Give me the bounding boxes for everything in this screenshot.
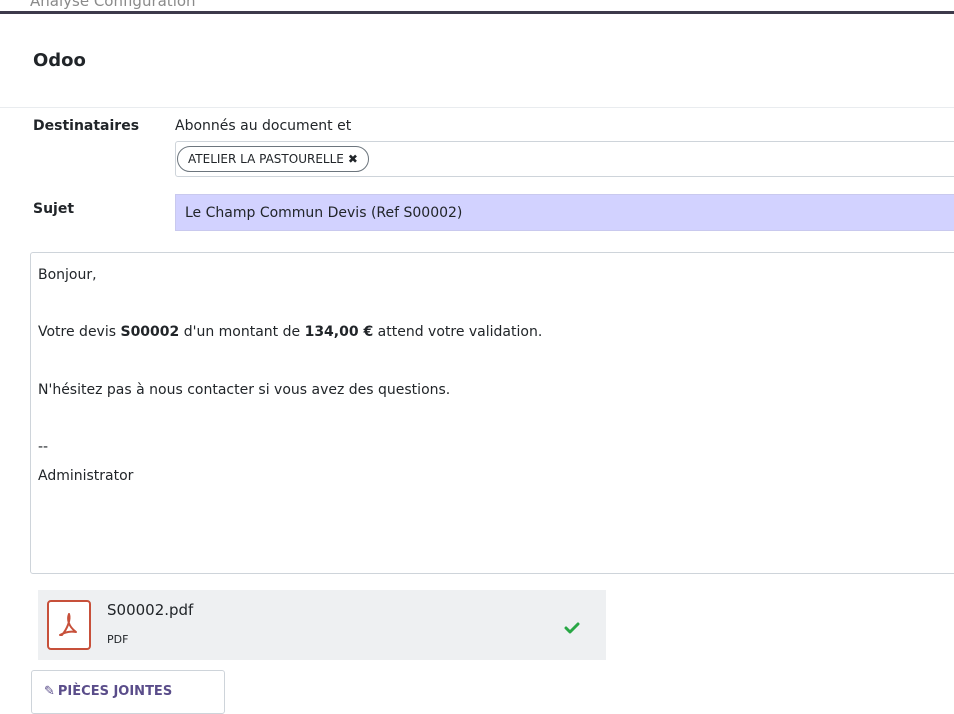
body-quote-line: Votre devis S00002 d'un montant de 134,0… xyxy=(38,324,542,340)
message-body-editor[interactable]: Bonjour, Votre devis S00002 d'un montant… xyxy=(30,252,954,574)
recipients-field[interactable]: ATELIER LA PASTOURELLE ✖ xyxy=(175,141,954,177)
attachment-type: PDF xyxy=(107,633,129,646)
recipients-label: Destinataires xyxy=(33,118,140,134)
recipient-tag[interactable]: ATELIER LA PASTOURELLE ✖ xyxy=(177,146,369,172)
modal-title: Odoo xyxy=(33,50,86,71)
paperclip-icon: ✎ xyxy=(44,684,55,699)
subject-input[interactable] xyxy=(175,194,954,231)
signature-separator: -- xyxy=(38,439,49,455)
body-contact-line: N'hésitez pas à nous contacter si vous a… xyxy=(38,382,451,398)
body-text: d'un montant de xyxy=(179,324,305,340)
followers-text: Abonnés au document et xyxy=(175,118,352,134)
body-text: attend votre validation. xyxy=(373,324,543,340)
attach-files-button[interactable]: ✎ PIÈCES JOINTES xyxy=(31,670,225,714)
body-text: Votre devis xyxy=(38,324,121,340)
attachment-name[interactable]: S00002.pdf xyxy=(107,601,193,619)
quote-amount: 134,00 € xyxy=(304,324,374,340)
pdf-icon xyxy=(47,600,91,650)
top-navbar: Analyse Configuration xyxy=(0,0,954,14)
attachment-card[interactable]: S00002.pdf PDF xyxy=(38,590,606,660)
subject-label: Sujet xyxy=(33,201,75,217)
check-icon xyxy=(564,620,580,634)
navbar-menu-text: Analyse Configuration xyxy=(30,0,196,10)
close-icon[interactable]: ✖ xyxy=(348,152,358,166)
recipient-tag-label: ATELIER LA PASTOURELLE xyxy=(188,152,344,166)
body-greeting: Bonjour, xyxy=(38,267,97,283)
quote-ref: S00002 xyxy=(120,324,180,340)
header-divider xyxy=(0,107,954,108)
signature-name: Administrator xyxy=(38,468,134,484)
attach-button-label: PIÈCES JOINTES xyxy=(57,684,173,699)
